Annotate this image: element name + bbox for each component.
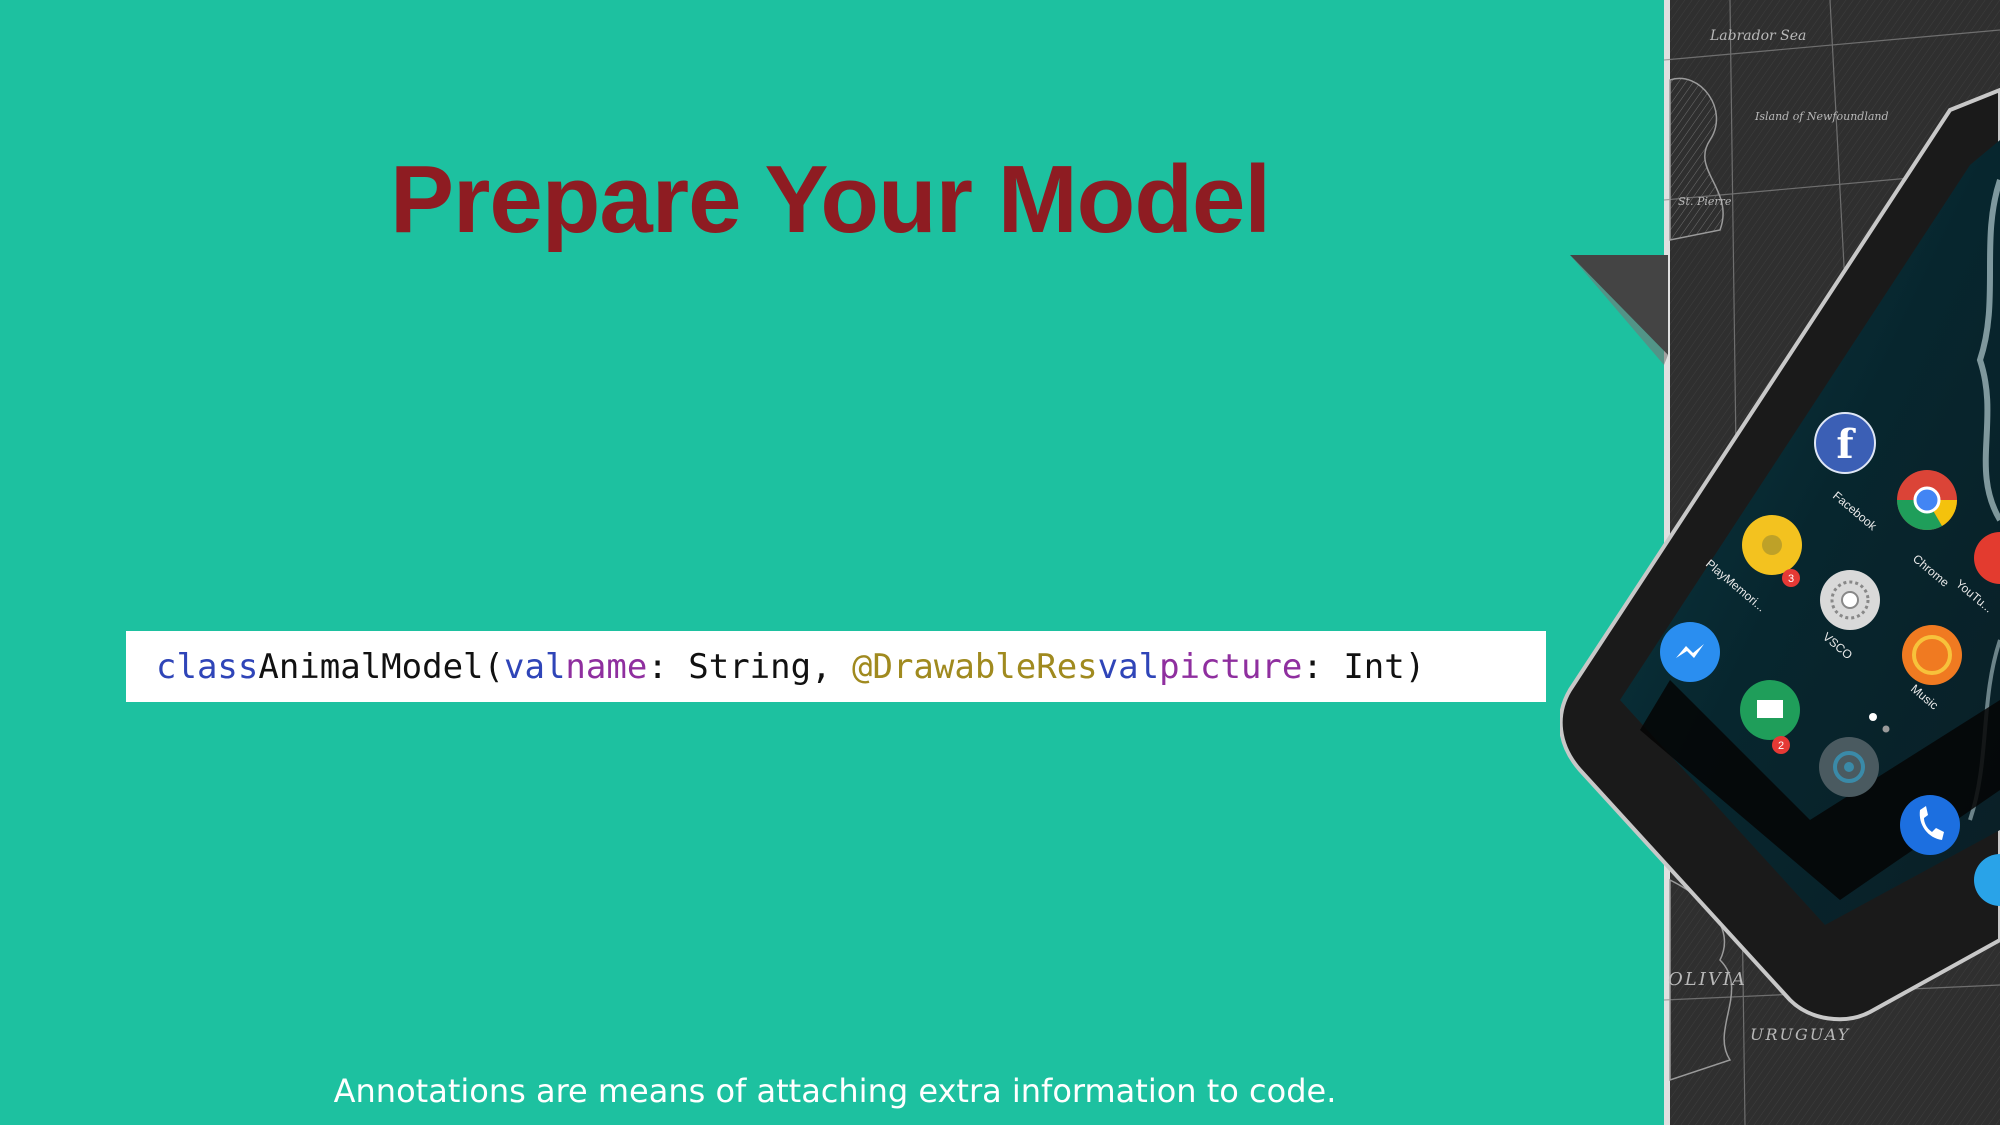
- code-keyword-val: val: [1097, 646, 1160, 687]
- svg-text:f: f: [1836, 421, 1856, 468]
- app-icon-launcher: [1819, 737, 1879, 797]
- code-keyword-val: val: [504, 646, 566, 687]
- code-type-int: : Int): [1302, 646, 1426, 687]
- slide: Prepare Your Model class AnimalModel(val…: [0, 0, 2000, 1125]
- map-label: St. Pierre: [1678, 195, 1732, 208]
- code-param-picture: picture: [1159, 646, 1303, 687]
- code-annotation: @DrawableRes: [852, 646, 1098, 687]
- app-icon-messenger: [1660, 622, 1720, 682]
- slide-title: Prepare Your Model: [389, 146, 1271, 253]
- map-label: Labrador Sea: [1709, 28, 1806, 44]
- map-label: OLIVIA: [1668, 969, 1747, 990]
- code-class-name: AnimalModel(: [258, 646, 504, 687]
- svg-text:2: 2: [1778, 740, 1784, 752]
- map-label: URUGUAY: [1750, 1025, 1850, 1044]
- code-keyword-class: class: [156, 646, 259, 687]
- code-type-string: : String,: [647, 646, 853, 687]
- phone-on-map-photo: Labrador Sea Island of Newfoundland St. …: [1560, 0, 2000, 1125]
- code-snippet: class AnimalModel(val name: String, @Dra…: [126, 631, 1546, 702]
- map-label: Island of Newfoundland: [1754, 110, 1889, 123]
- slide-caption: Annotations are means of attaching extra…: [333, 1072, 1337, 1110]
- code-param-name: name: [565, 646, 648, 687]
- app-icon-phone: [1900, 795, 1960, 855]
- svg-text:3: 3: [1788, 573, 1794, 585]
